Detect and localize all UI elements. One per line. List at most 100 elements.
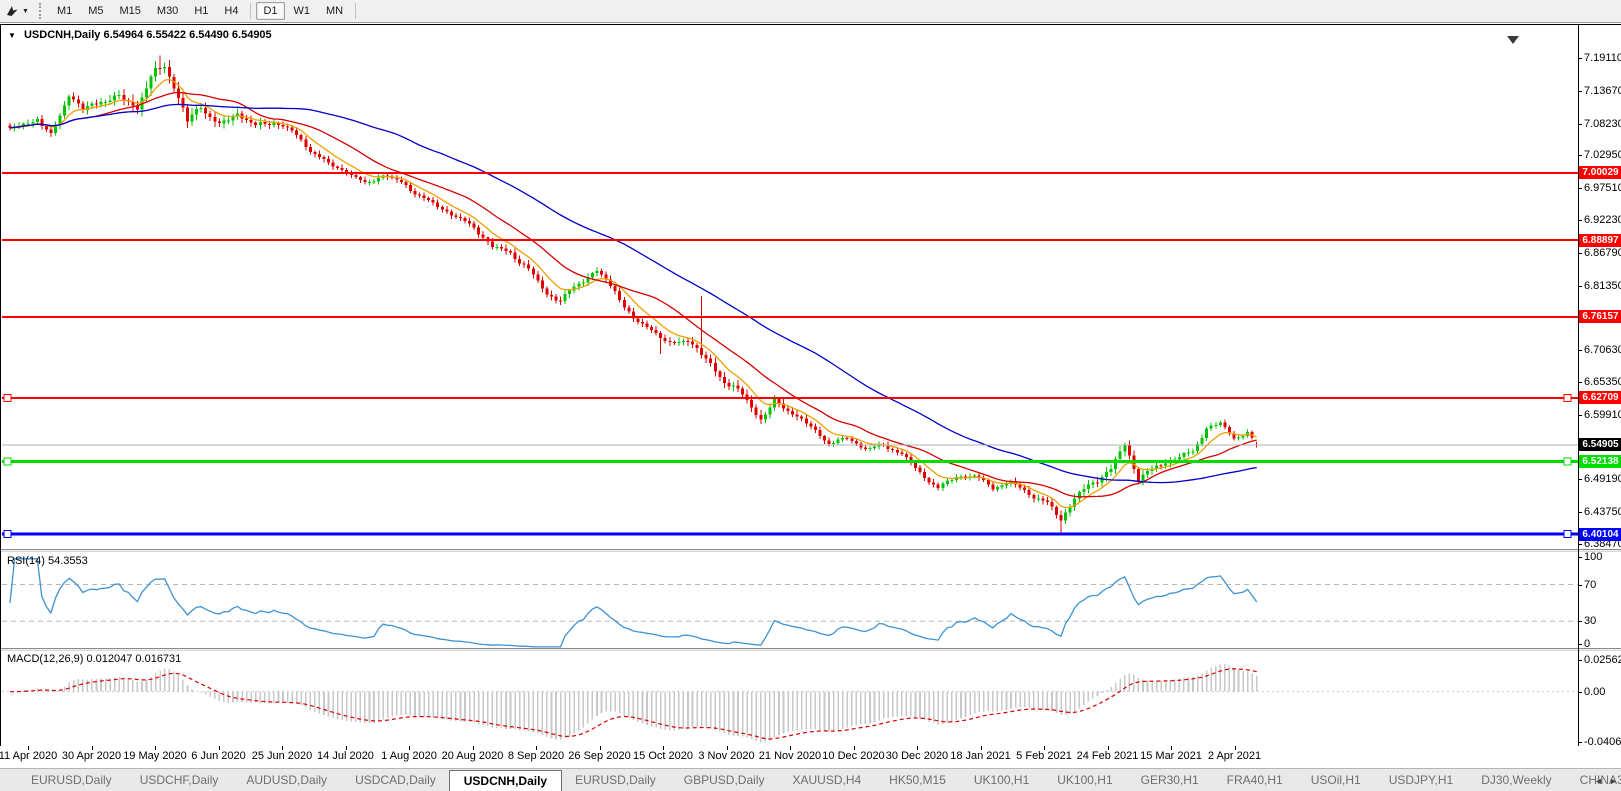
macd-label: MACD(12,26,9) 0.012047 0.016731 xyxy=(7,653,182,665)
axis-tick xyxy=(1578,188,1582,190)
rsi-axis-label: 100 xyxy=(1584,551,1603,563)
pane-splitter[interactable] xyxy=(1,549,1621,552)
chevron-down-icon[interactable]: ▼ xyxy=(22,8,29,15)
axis-tick xyxy=(1578,584,1582,586)
symbol-tab-usoil-h1[interactable]: USOil,H1 xyxy=(1298,770,1374,790)
chart-window: ▼ USDCNH,Daily 6.54964 6.55422 6.54490 6… xyxy=(0,24,1621,748)
axis-tick xyxy=(1578,742,1582,743)
symbol-tab-usdchf-daily[interactable]: USDCHF,Daily xyxy=(127,770,232,790)
chart-title: ▼ USDCNH,Daily 6.54964 6.55422 6.54490 6… xyxy=(8,29,272,41)
rsi-axis-label: 30 xyxy=(1584,615,1597,628)
timeframe-button-w1[interactable]: W1 xyxy=(287,2,318,20)
symbol-tab-usdcnh-daily[interactable]: USDCNH,Daily xyxy=(448,769,563,791)
symbol-tab-uk100-h1[interactable]: UK100,H1 xyxy=(961,770,1042,790)
timeframe-button-m30[interactable]: M30 xyxy=(150,2,185,20)
axis-tick xyxy=(1578,660,1582,661)
rsi-label: RSI(14) 54.3553 xyxy=(7,555,88,567)
macd-axis-label: 0.00 xyxy=(1584,685,1606,698)
axis-tick xyxy=(1578,544,1582,545)
axis-tick xyxy=(1578,350,1582,352)
price-tick-label: 7.19110 xyxy=(1584,52,1621,64)
price-tick-label: 6.59910 xyxy=(1584,408,1621,421)
line-price-badge: 6.40104 xyxy=(1579,527,1621,541)
price-tick-label: 6.81350 xyxy=(1584,279,1621,292)
price-tick-label: 6.92230 xyxy=(1584,214,1621,226)
axis-tick xyxy=(1578,512,1582,514)
line-handle xyxy=(1563,393,1572,402)
axis-tick xyxy=(1578,557,1582,558)
price-tick-label: 7.08230 xyxy=(1584,117,1621,130)
timeframe-button-m15[interactable]: M15 xyxy=(113,2,148,20)
date-label: 2 Apr 2021 xyxy=(1207,750,1262,762)
price-tick-label: 7.13670 xyxy=(1584,84,1621,97)
price-tick-label: 6.65350 xyxy=(1584,376,1621,388)
symbol-tab-bar: EURUSD,Daily USDCHF,Daily AUDUSD,Daily USDC… xyxy=(0,768,1621,791)
line-price-badge: 6.76157 xyxy=(1579,310,1621,324)
timeframe-button-h4[interactable]: H4 xyxy=(217,2,245,20)
rsi-pane[interactable] xyxy=(2,553,1578,648)
axis-tick xyxy=(1578,691,1582,693)
price-tick-label: 6.97510 xyxy=(1584,182,1621,195)
price-axis-line xyxy=(1578,25,1579,746)
symbol-tab-xauusd-h4[interactable]: XAUUSD,H4 xyxy=(779,770,874,790)
line-handle xyxy=(1563,530,1572,539)
timeframe-toolbar: ▼ M1 M5 M15 M30 H1 H4 D1 W1 MN xyxy=(0,0,1621,23)
axis-tick xyxy=(1578,479,1582,481)
timeframe-button-h1[interactable]: H1 xyxy=(187,2,215,20)
timeframe-button-d1[interactable]: D1 xyxy=(256,2,285,20)
price-tick-label: 6.86790 xyxy=(1584,246,1621,259)
symbol-tab-hk50-m15[interactable]: HK50,M15 xyxy=(876,770,959,790)
axis-tick xyxy=(1578,155,1582,157)
symbol-tab-uk100-h1[interactable]: UK100,H1 xyxy=(1044,770,1125,790)
line-handle xyxy=(3,393,12,402)
chart-shift-marker[interactable] xyxy=(1507,36,1519,44)
macd-histogram xyxy=(9,664,1258,743)
price-tick-label: 6.49190 xyxy=(1584,473,1621,486)
line-handle xyxy=(3,530,12,539)
cursor-tool-icon[interactable] xyxy=(4,3,20,19)
tab-scroll-left-icon[interactable]: ◄ xyxy=(1594,776,1603,786)
macd-pane[interactable] xyxy=(2,651,1578,746)
axis-tick xyxy=(1578,123,1582,125)
axis-tick xyxy=(1578,414,1582,416)
terminal-window: ▼ M1 M5 M15 M30 H1 H4 D1 W1 MN ▼ USDCNH,Daily 6.… xyxy=(0,0,1621,791)
price-tick-label: 7.02950 xyxy=(1584,149,1621,162)
line-handle xyxy=(3,457,12,466)
symbol-tab-usdcad-daily[interactable]: USDCAD,Daily xyxy=(342,770,449,790)
symbol-tab-dj30-weekly[interactable]: DJ30,Weekly xyxy=(1468,770,1564,790)
timeframe-button-m1[interactable]: M1 xyxy=(50,2,79,20)
price-tick-label: 6.70630 xyxy=(1584,344,1621,357)
timeframe-button-m5[interactable]: M5 xyxy=(81,2,110,20)
axis-tick xyxy=(1578,220,1582,221)
line-price-badge: 6.62709 xyxy=(1579,391,1621,405)
symbol-tab-fra40-h1[interactable]: FRA40,H1 xyxy=(1214,770,1296,790)
toolbar-separator xyxy=(250,3,252,19)
symbol-tab-eurusd-daily[interactable]: EURUSD,Daily xyxy=(562,770,669,790)
line-handle xyxy=(1563,457,1572,466)
rsi-axis-label: 0 xyxy=(1584,638,1591,650)
axis-tick xyxy=(1578,90,1582,92)
chart-ohlc-values: 6.54964 6.55422 6.54490 6.54905 xyxy=(103,29,272,41)
chart-symbol-label: USDCNH,Daily xyxy=(23,29,101,41)
current-price-badge: 6.54905 xyxy=(1579,438,1621,452)
symbol-tab-ger30-h1[interactable]: GER30,H1 xyxy=(1128,770,1212,790)
chart-collapse-icon[interactable]: ▼ xyxy=(8,31,16,40)
symbol-tab-eurusd-daily[interactable]: EURUSD,Daily xyxy=(18,770,125,790)
toolbar-grip[interactable] xyxy=(38,3,42,19)
macd-axis-label: 0.025623 xyxy=(1584,654,1621,666)
symbol-tab-gbpusd-daily[interactable]: GBPUSD,Daily xyxy=(671,770,778,790)
date-axis: 11 Apr 2020 30 Apr 2020 19 May 2020 6 Jun 2… xyxy=(0,746,1621,768)
axis-tick xyxy=(1578,58,1582,59)
line-price-badge: 6.52138 xyxy=(1579,455,1621,469)
line-price-badge: 7.00029 xyxy=(1579,166,1621,180)
price-chart-pane[interactable] xyxy=(2,26,1578,549)
tabs-holder: EURUSD,Daily USDCHF,Daily AUDUSD,Daily USDC… xyxy=(18,769,1621,791)
axis-tick xyxy=(1578,644,1582,645)
rsi-axis-label: 70 xyxy=(1584,578,1597,591)
symbol-tab-usdjpy-h1[interactable]: USDJPY,H1 xyxy=(1376,770,1466,790)
tab-scroll-right-icon[interactable]: ► xyxy=(1609,776,1618,786)
line-price-badge: 6.88897 xyxy=(1579,233,1621,247)
symbol-tab-audusd-daily[interactable]: AUDUSD,Daily xyxy=(233,770,340,790)
price-tick-label: 6.43750 xyxy=(1584,506,1621,519)
timeframe-button-mn[interactable]: MN xyxy=(319,2,350,20)
